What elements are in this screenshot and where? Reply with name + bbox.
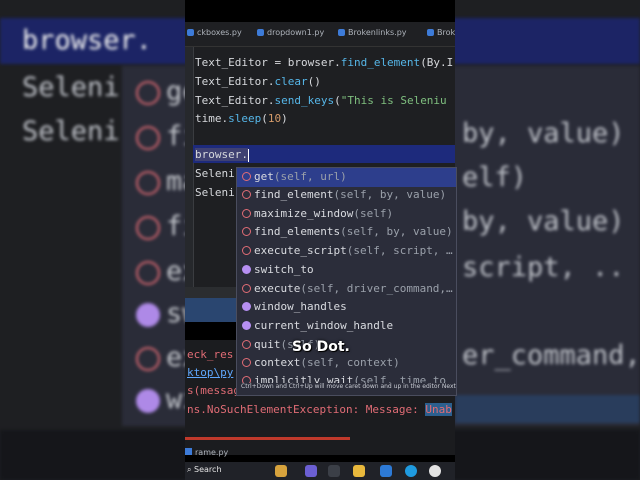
tab-dropdown1[interactable]: dropdown1.py [257, 28, 324, 37]
completion-item-switch-to[interactable]: switch_to [237, 261, 456, 280]
editor-gutter [185, 47, 194, 287]
tab-broke[interactable]: Broke [427, 28, 455, 37]
code-line-2: Text_Editor.clear() [195, 75, 321, 88]
bg-seleni-2: Seleni [22, 116, 120, 147]
console-line: eck_res [187, 348, 234, 361]
file-explorer-icon[interactable] [353, 465, 365, 477]
progress-indicator [185, 437, 350, 440]
method-icon [242, 172, 251, 181]
completion-item-current-window-handle[interactable]: current_window_handle [237, 317, 456, 336]
bg-right-fragment: by, value) [462, 118, 625, 149]
completion-item-find-element[interactable]: find_element(self, by, value) [237, 186, 456, 205]
property-icon [242, 321, 251, 330]
code-current-line[interactable]: browser. [195, 148, 249, 162]
tab-checkboxes[interactable]: ckboxes.py [187, 28, 242, 37]
footer-file-name[interactable]: rame.py [195, 448, 228, 457]
property-icon [242, 265, 251, 274]
python-file-icon [185, 448, 192, 455]
completion-item-get[interactable]: get(self, url) [237, 168, 456, 187]
console-error-line: ns.NoSuchElementException: Message: Unab [187, 403, 452, 416]
code-line-below-2: Seleni [195, 186, 235, 199]
tab-label: Broke [437, 28, 455, 37]
bg-property-icon [136, 302, 160, 327]
bg-right-fragment: elf) [462, 162, 528, 193]
console-line: s(messag [187, 384, 240, 397]
bg-method-icon [136, 260, 160, 285]
bg-seleni-1: Seleni [22, 72, 120, 103]
completion-item-window-handles[interactable]: window_handles [237, 298, 456, 317]
bg-browser-text: browser. [22, 25, 153, 56]
method-icon [242, 340, 251, 349]
code-line-below-1: Seleni [195, 167, 235, 180]
completion-item-execute-script[interactable]: execute_script(self, script, … [237, 242, 456, 261]
completion-item-find-elements[interactable]: find_elements(self, by, value) [237, 223, 456, 242]
tab-label: Brokenlinks.py [348, 28, 407, 37]
store-icon[interactable] [380, 465, 392, 477]
bg-method-icon [136, 170, 160, 195]
method-icon [242, 284, 251, 293]
tab-label: ckboxes.py [197, 28, 242, 37]
completion-item-context[interactable]: context(self, context) [237, 354, 456, 373]
error-highlight: Unab [425, 403, 452, 416]
method-icon [242, 190, 251, 199]
editor-tab-bar: ckboxes.py dropdown1.py Brokenlinks.py B… [185, 22, 455, 47]
search-icon: ⌕ [187, 465, 195, 474]
python-file-icon [427, 29, 434, 36]
method-icon [242, 227, 251, 236]
python-file-icon [187, 29, 194, 36]
completion-item-execute[interactable]: execute(self, driver_command,… [237, 280, 456, 299]
bg-method-icon [136, 80, 160, 105]
code-line-1: Text_Editor = browser.find_element(By.I [195, 56, 454, 69]
tab-brokenlinks[interactable]: Brokenlinks.py [338, 28, 407, 37]
bg-right-fragment: er_command, [462, 340, 640, 371]
windows-taskbar: ⌕ Search [185, 462, 455, 480]
completion-item-maximize-window[interactable]: maximize_window(self) [237, 205, 456, 224]
bg-right-fragment: script, .. [462, 252, 625, 283]
property-icon [242, 302, 251, 311]
console-link[interactable]: ktop\py [187, 366, 233, 379]
file-footer: rame.py [185, 445, 455, 459]
bg-method-icon [136, 125, 160, 150]
python-file-icon [257, 29, 264, 36]
text-cursor [247, 148, 249, 162]
completion-hint: Ctrl+Down and Ctrl+Up will move caret do… [237, 383, 456, 395]
task-view-icon[interactable] [328, 465, 340, 477]
python-file-icon [338, 29, 345, 36]
bg-method-icon [136, 215, 160, 240]
typed-text: browser. [195, 148, 248, 161]
method-icon [242, 209, 251, 218]
video-caption: So Dot. [292, 339, 350, 355]
method-icon [242, 246, 251, 255]
taskbar-search[interactable]: ⌕ Search [187, 465, 222, 475]
tab-label: dropdown1.py [267, 28, 325, 37]
bg-error-box [455, 395, 640, 423]
code-line-4: time.sleep(10) [195, 112, 288, 125]
bg-property-icon [136, 388, 160, 413]
bg-method-icon [136, 346, 160, 371]
widget-icon[interactable] [275, 465, 287, 477]
teams-icon[interactable] [305, 465, 317, 477]
bg-right-fragment: by, value) [462, 206, 625, 237]
method-icon [242, 358, 251, 367]
edge-icon[interactable] [405, 465, 417, 477]
autocomplete-popup: get(self, url) find_element(self, by, va… [236, 167, 457, 396]
dell-icon[interactable] [429, 465, 441, 477]
code-line-3: Text_Editor.send_keys("This is Seleniu [195, 94, 447, 107]
